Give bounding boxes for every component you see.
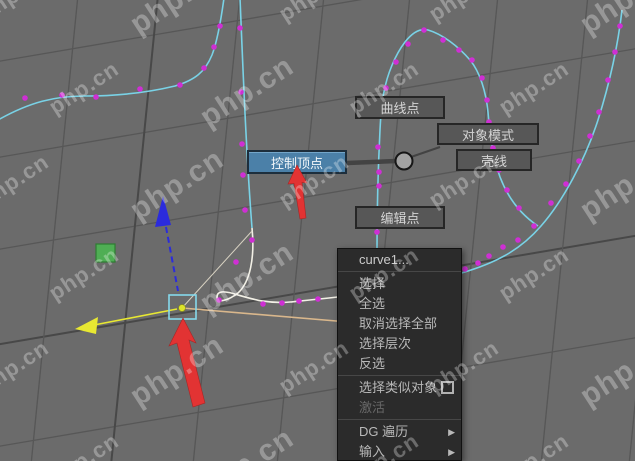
menu-item-select-similar[interactable]: 选择类似对象 [338, 378, 461, 398]
maya-viewport: { "watermark": { "text": "php.cn" }, "vi… [0, 0, 635, 461]
menu-item-label: 输入 [359, 444, 386, 459]
marking-menu-item-curve-point[interactable]: 曲线点 [355, 96, 445, 119]
grid [0, 0, 635, 461]
marking-menu-item-edit-point[interactable]: 编辑点 [355, 206, 445, 229]
menu-item-label: DG 遍历 [359, 424, 409, 439]
menu-item-activate: 激活 [359, 400, 386, 415]
manipulator-y-axis [165, 226, 179, 292]
checkbox-icon[interactable] [441, 381, 454, 394]
curve-selected-white [216, 227, 353, 304]
selected-vertex-dot [178, 304, 186, 312]
submenu-arrow-icon: ▶ [448, 427, 455, 437]
menu-item-invert-selection[interactable]: 反选 [338, 354, 461, 374]
green-object[interactable] [95, 243, 116, 263]
menu-item-select-hierarchy[interactable]: 选择层次 [338, 334, 461, 354]
marking-menu-item-hull[interactable]: 壳线 [456, 149, 532, 171]
submenu-arrow-icon: ▶ [448, 447, 455, 457]
marking-menu-item-control-vertex[interactable]: 控制顶点 [247, 150, 347, 174]
menu-item-select-all[interactable]: 全选 [338, 294, 461, 314]
curve-top-left [0, 0, 225, 120]
menu-separator [338, 419, 461, 420]
menu-item-deselect-all[interactable]: 取消选择全部 [338, 314, 461, 334]
menu-item-label: 选择类似对象 [359, 380, 438, 395]
marking-menu-item-object-mode[interactable]: 对象模式 [437, 123, 539, 145]
context-menu-title: curve1... [359, 252, 409, 267]
menu-item-select[interactable]: 选择 [338, 274, 461, 294]
menu-separator [338, 271, 461, 272]
context-menu: curve1... 选择 全选 取消选择全部 选择层次 反选 选择类似对象 激活… [337, 248, 462, 461]
curve-tangent-tan [181, 307, 361, 324]
menu-item-inputs[interactable]: 输入 ▶ [338, 442, 461, 460]
manipulator-y-arrowhead [155, 196, 171, 227]
viewport-scene [0, 0, 635, 461]
menu-item-dg-traversal[interactable]: DG 遍历 ▶ [338, 422, 461, 442]
marking-menu-handle [394, 151, 414, 171]
menu-separator [338, 375, 461, 376]
